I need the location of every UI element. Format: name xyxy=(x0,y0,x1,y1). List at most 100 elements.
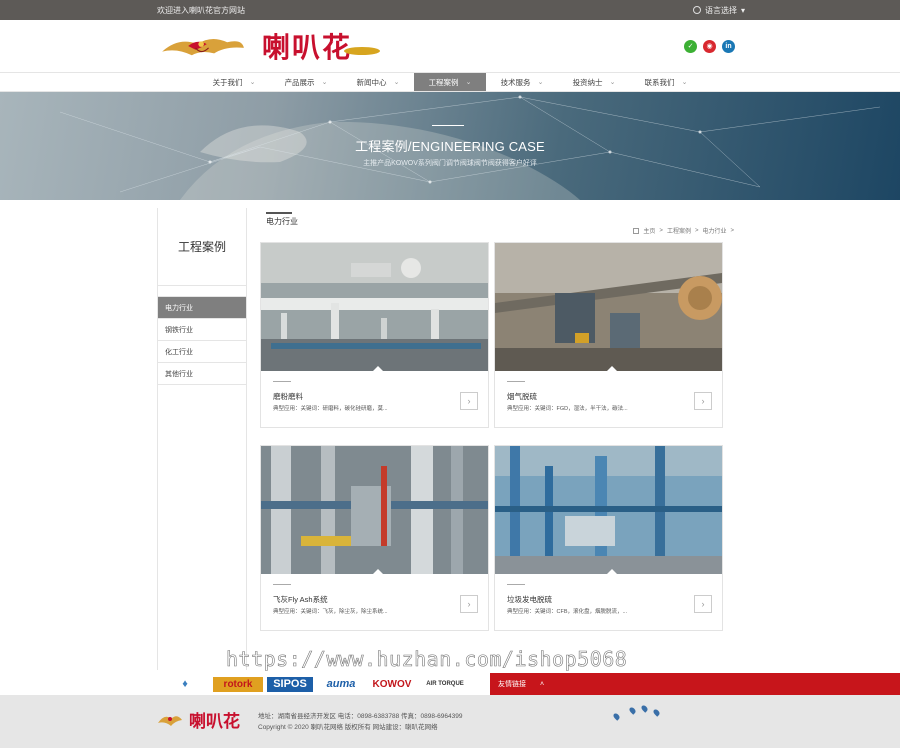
nav-item-about[interactable]: 关于我们 ⌄ xyxy=(198,73,270,91)
case-description: 典型应用：关键词：FGD，湿法，半干法，碳法... xyxy=(507,406,628,412)
photo-notch xyxy=(607,366,617,371)
language-selector[interactable]: 语言选择 ▾ xyxy=(692,5,745,16)
chevron-down-icon: ⌄ xyxy=(681,79,688,86)
footer-copyright: Copyright © 2020 喇叭花网络 版权所有 网站建设：喇叭花网络 xyxy=(258,724,438,731)
partner-strip: ♦ rotork SIPOS auma KOWOV AIR TORQUE 友情链… xyxy=(0,673,900,695)
site-footer: 喇叭花 地址：湖南省县经济开发区 电话：0898-6383788 传真：0898… xyxy=(0,695,900,748)
breadcrumb-cases[interactable]: 工程案例 xyxy=(667,226,691,235)
chevron-up-icon: ˄ xyxy=(540,680,545,688)
case-title[interactable]: 垃圾发电脱硫 xyxy=(507,594,552,605)
nav-item-news[interactable]: 新闻中心 ⌄ xyxy=(342,73,414,91)
site-logo[interactable]: 喇叭花 xyxy=(158,26,381,66)
case-card[interactable]: 磨粉磨料 典型应用：关键词：研磨料，碳化硅研磨，莫... › xyxy=(260,242,489,428)
partner-logo-kowov[interactable]: KOWOV xyxy=(369,677,415,692)
nav-item-contact[interactable]: 联系我们 ⌄ xyxy=(630,73,702,91)
case-card[interactable]: 烟气脱硫 典型应用：关键词：FGD，湿法，半干法，碳法... › xyxy=(494,242,723,428)
partner-logo-auma[interactable]: auma xyxy=(317,677,365,692)
sidebar-title: 工程案例 xyxy=(158,208,246,286)
case-photo xyxy=(261,446,488,574)
case-description: 典型应用：关键词：CFB，滚化盘，烟脱脱流，... xyxy=(507,609,628,615)
card-rule xyxy=(507,584,525,585)
linkedin-icon[interactable]: in xyxy=(722,39,735,53)
chevron-down-icon: ⌄ xyxy=(465,79,472,86)
banner-subtitle: 主推产品KOWOV系列阀门调节阀球阀节阀获得客户好评 xyxy=(363,160,537,167)
chevron-down-icon: ⌄ xyxy=(609,79,616,86)
main-nav: 关于我们 ⌄ 产品展示 ⌄ 新闻中心 ⌄ 工程案例 ⌄ 技术服务 ⌄ 投资纳士 ⌄ 联系我们… xyxy=(0,72,900,92)
partner-logo-airtorque[interactable]: AIR TORQUE xyxy=(419,677,471,692)
nav-label: 关于我们 xyxy=(212,77,243,87)
case-title[interactable]: 飞灰Fly Ash系统 xyxy=(273,594,328,605)
home-icon xyxy=(633,227,640,234)
card-rule xyxy=(273,584,291,585)
footer-logo[interactable]: 喇叭花 xyxy=(157,707,240,732)
friend-links-label: 友情链接 xyxy=(498,681,526,688)
case-photo xyxy=(495,446,722,574)
friend-links-bar[interactable]: 友情链接 ˄ xyxy=(490,673,900,695)
brand-swoosh xyxy=(344,47,381,55)
case-more-button[interactable]: › xyxy=(460,392,478,410)
chevron-down-icon: ▾ xyxy=(740,5,745,15)
nav-item-products[interactable]: 产品展示 ⌄ xyxy=(270,73,342,91)
case-more-button[interactable]: › xyxy=(694,595,712,613)
brand-wordmark: 喇叭花 xyxy=(262,26,381,66)
nav-label: 技术服务 xyxy=(500,77,531,87)
sidebar-item-power[interactable]: 电力行业 xyxy=(158,297,246,319)
social-links: ✓ ◉ in xyxy=(684,39,735,53)
page-banner: 工程案例/ENGINEERING CASE 主推产品KOWOV系列阀门调节阀球阀… xyxy=(0,92,900,200)
map-pin-icon xyxy=(640,704,649,713)
section-title: 电力行业 xyxy=(260,208,730,227)
nav-item-service[interactable]: 技术服务 ⌄ xyxy=(486,73,558,91)
map-pin-icon xyxy=(612,712,621,721)
breadcrumb: 主页 > 工程案例 > 电力行业 > xyxy=(633,226,734,235)
banner-rule xyxy=(432,125,464,126)
chevron-down-icon: ⌄ xyxy=(393,79,400,86)
map-pin-icon xyxy=(628,706,637,715)
wechat-icon[interactable]: ✓ xyxy=(684,39,697,53)
globe-icon xyxy=(692,6,701,14)
weibo-icon[interactable]: ◉ xyxy=(703,39,716,53)
breadcrumb-separator: > xyxy=(730,227,734,234)
case-list: 电力行业 主页 > 工程案例 > 电力行业 > 磨粉磨料 典型应用：关键词：研磨… xyxy=(260,208,734,631)
partner-logo-sipos[interactable]: SIPOS xyxy=(267,676,313,692)
logo-flower-icon xyxy=(162,38,244,56)
case-title[interactable]: 烟气脱硫 xyxy=(507,391,537,402)
category-sidebar: 工程案例 电力行业 钢铁行业 化工行业 其他行业 xyxy=(157,208,247,670)
map-pins-graphic xyxy=(610,703,665,727)
card-rule xyxy=(507,381,525,382)
content-area: 工程案例 电力行业 钢铁行业 化工行业 其他行业 电力行业 主页 > 工程案例 … xyxy=(0,200,900,670)
footer-flower-icon xyxy=(158,715,182,726)
case-description: 典型应用：关键词：研磨料，碳化硅研磨，莫... xyxy=(273,406,388,412)
site-header: 喇叭花 ✓ ◉ in xyxy=(0,20,900,72)
breadcrumb-power[interactable]: 电力行业 xyxy=(702,226,726,235)
nav-label: 投资纳士 xyxy=(572,77,603,87)
case-photo xyxy=(261,243,488,371)
nav-item-invest[interactable]: 投资纳士 ⌄ xyxy=(558,73,630,91)
breadcrumb-separator: > xyxy=(659,227,663,234)
brand-text: 喇叭花 xyxy=(262,31,353,64)
language-label: 语言选择 xyxy=(704,5,737,15)
chevron-right-icon: › xyxy=(701,599,705,609)
nav-item-cases[interactable]: 工程案例 ⌄ xyxy=(414,73,486,91)
case-title[interactable]: 磨粉磨料 xyxy=(273,391,303,402)
partner-logo-rotork[interactable]: rotork xyxy=(213,676,263,692)
sidebar-item-chemical[interactable]: 化工行业 xyxy=(158,341,246,363)
breadcrumb-home[interactable]: 主页 xyxy=(643,226,655,235)
photo-notch xyxy=(607,569,617,574)
case-more-button[interactable]: › xyxy=(694,392,712,410)
nav-label: 工程案例 xyxy=(428,77,459,87)
watermark-text: https://www.huzhan.com/ishop5068 xyxy=(226,647,628,672)
nav-label: 新闻中心 xyxy=(356,77,387,87)
case-card[interactable]: 垃圾发电脱硫 典型应用：关键词：CFB，滚化盘，烟脱脱流，... › xyxy=(494,445,723,631)
sidebar-item-steel[interactable]: 钢铁行业 xyxy=(158,319,246,341)
map-pin-icon xyxy=(652,708,661,717)
case-card[interactable]: 飞灰Fly Ash系统 典型应用：关键词：飞灰，除尘灰，除尘系统... › xyxy=(260,445,489,631)
card-rule xyxy=(273,381,291,382)
top-bar: 欢迎进入喇叭花官方网站 语言选择 ▾ xyxy=(0,0,900,20)
nav-label: 产品展示 xyxy=(284,77,315,87)
case-more-button[interactable]: › xyxy=(460,595,478,613)
mic-icon: ♦ xyxy=(182,678,188,690)
photo-notch xyxy=(373,569,383,574)
nav-label: 联系我们 xyxy=(644,77,675,87)
sidebar-item-other[interactable]: 其他行业 xyxy=(158,363,246,385)
footer-info: 地址：湖南省县经济开发区 电话：0898-6383788 传真：0898-696… xyxy=(258,711,462,733)
